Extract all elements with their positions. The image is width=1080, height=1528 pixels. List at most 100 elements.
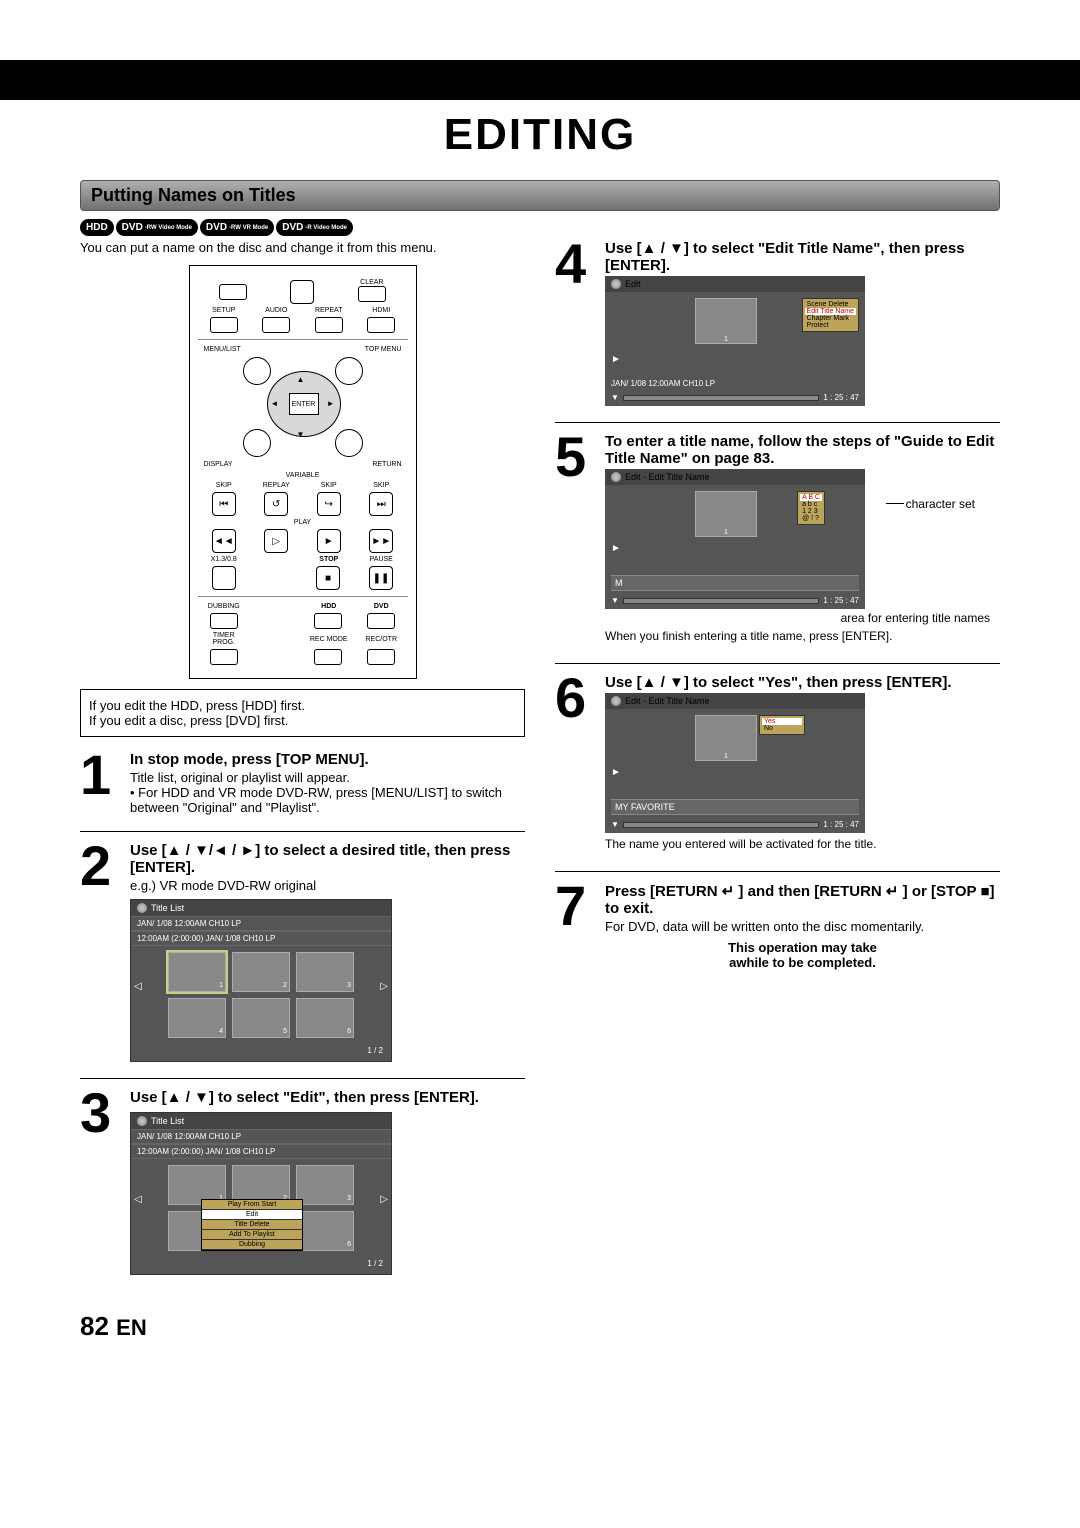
step-5-osd: Edit - Edit Title Name 1 A B C a b c 1 2…: [605, 469, 865, 609]
step-3-title: Use [▲ / ▼] to select "Edit", then press…: [130, 1089, 525, 1106]
disc-icon: [611, 279, 621, 289]
dpad-left-icon: [271, 399, 279, 408]
remote-skip-back-btn: ⏮: [212, 492, 236, 516]
step-5-progress: 1 : 25 : 47: [611, 596, 859, 605]
step-6-number: 6: [555, 674, 595, 855]
step-6-thumb: 1: [695, 715, 757, 761]
remote-timer-btn: [210, 649, 238, 665]
menu-play-from-start: Play From Start: [202, 1200, 302, 1210]
confirm-yes: Yes: [762, 718, 802, 725]
remote-menulist-btn: [243, 357, 271, 385]
remote-play-label: PLAY: [198, 519, 408, 526]
remote-stop-label: STOP: [309, 556, 349, 563]
remote-audio-label: AUDIO: [256, 307, 296, 314]
remote-recmode-btn: [314, 649, 342, 665]
thumb-3: 3: [296, 1165, 354, 1205]
progress-marker-icon: [611, 393, 619, 402]
remote-pause-btn: ❚❚: [369, 566, 393, 590]
charset-symbols: @ ! ?: [800, 515, 822, 522]
step-5-thumb: 1: [695, 491, 757, 537]
step-3: 3 Use [▲ / ▼] to select "Edit", then pre…: [80, 1089, 525, 1275]
remote-repeat-btn: [315, 317, 343, 333]
remote-timer-label: TIMER PROG.: [204, 632, 244, 646]
step-7: 7 Press [RETURN ↵ ] and then [RETURN ↵ ]…: [555, 882, 1000, 970]
step-2-sub: e.g.) VR mode DVD-RW original: [130, 878, 525, 893]
step-6-entry-area: MY FAVORITE: [611, 799, 859, 815]
step-7-title: Press [RETURN ↵ ] and then [RETURN ↵ ] o…: [605, 882, 1000, 917]
step-1-number: 1: [80, 751, 120, 815]
remote-dvd-label: DVD: [361, 603, 401, 610]
step-4-osd: Edit 1 Scene Delete Edit Title Name Chap…: [605, 276, 865, 406]
remote-dubbing-btn: [210, 613, 238, 629]
menu-edit-title-name: Edit Title Name: [805, 308, 856, 315]
dpad-up-icon: [297, 375, 305, 384]
step-6: 6 Use [▲ / ▼] to select "Yes", then pres…: [555, 674, 1000, 855]
thumb-4: 4: [168, 998, 226, 1038]
intro-text: You can put a name on the disc and chang…: [80, 240, 525, 255]
thumb-1: 1: [168, 952, 226, 992]
remote-enter-btn: ENTER: [289, 393, 319, 415]
menu-dubbing: Dubbing: [202, 1240, 302, 1250]
step-1: 1 In stop mode, press [TOP MENU]. Title …: [80, 751, 525, 815]
step-4-status: JAN/ 1/08 12:00AM CH10 LP: [611, 379, 715, 388]
menu-edit: Edit: [202, 1210, 302, 1220]
step-4-number: 4: [555, 240, 595, 406]
step-3-context-menu: Play From Start Edit Title Delete Add To…: [201, 1199, 303, 1251]
remote-blank-1: [219, 284, 247, 300]
disc-icon: [137, 903, 147, 913]
annot-entry-area: area for entering title names: [605, 611, 990, 625]
step-6-confirm-menu: Yes No: [759, 715, 805, 735]
remote-display-label: DISPLAY: [204, 461, 233, 468]
main-title: EDITING: [80, 110, 1000, 160]
step-6-time: 1 : 25 : 47: [823, 820, 859, 829]
menu-scene-delete: Scene Delete: [805, 301, 856, 308]
step-2-osd: Title List JAN/ 1/08 12:00AM CH10 LP 12:…: [130, 899, 392, 1062]
remote-x13-label: X1.3/0.8: [204, 556, 244, 563]
remote-variable-label: VARIABLE: [198, 472, 408, 479]
remote-hdmi-label: HDMI: [361, 307, 401, 314]
thumb-6: 6: [296, 1211, 354, 1251]
remote-hdmi-btn: [367, 317, 395, 333]
step-4-progress: 1 : 25 : 47: [611, 393, 859, 402]
disc-icon: [611, 472, 621, 482]
disc-icon: [137, 1116, 147, 1126]
step-4-edit-menu: Scene Delete Edit Title Name Chapter Mar…: [802, 298, 859, 332]
play-icon: [611, 767, 621, 778]
thumb-3: 3: [296, 952, 354, 992]
step-5: 5 To enter a title name, follow the step…: [555, 433, 1000, 647]
annot-charset: character set: [906, 497, 975, 511]
remote-open-btn: [290, 280, 314, 304]
remote-topmenu-btn: [335, 357, 363, 385]
remote-replay-btn: ↺: [264, 492, 288, 516]
remote-pause-label: PAUSE: [361, 556, 401, 563]
remote-dubbing-label: DUBBING: [204, 603, 244, 610]
remote-skip-label-r: SKIP: [361, 482, 401, 489]
nav-left-icon: ◁: [134, 981, 142, 992]
badge-dvd-rw-vr: DVD -RW VR Mode: [200, 219, 274, 236]
remote-ff-btn: ►►: [369, 529, 393, 553]
step-1-title: In stop mode, press [TOP MENU].: [130, 751, 525, 768]
step-1-body1: Title list, original or playlist will ap…: [130, 770, 525, 785]
menu-title-delete: Title Delete: [202, 1220, 302, 1230]
step-5-entry-area: M: [611, 575, 859, 591]
remote-play-btn: ►: [317, 529, 341, 553]
charset-lower: a b c: [800, 501, 822, 508]
step-2-pagecount: 1 / 2: [131, 1044, 391, 1057]
step-3-pagecount: 1 / 2: [131, 1257, 391, 1270]
remote-repeat-label: REPEAT: [309, 307, 349, 314]
progress-marker-icon: [611, 596, 619, 605]
play-icon: [611, 543, 621, 554]
remote-hdd-label: HDD: [309, 603, 349, 610]
menu-add-to-playlist: Add To Playlist: [202, 1230, 302, 1240]
badge-hdd: HDD: [80, 219, 114, 236]
charset-numbers: 1 2 3: [800, 508, 822, 515]
thumb-2: 2: [232, 952, 290, 992]
step-2-title: Use [▲ / ▼/◄ / ►] to select a desired ti…: [130, 842, 525, 876]
step-7-body: For DVD, data will be written onto the d…: [605, 919, 1000, 934]
remote-display-btn: [243, 429, 271, 457]
remote-hdd-btn: [314, 613, 342, 629]
dpad-down-icon: [297, 430, 305, 439]
note-box: If you edit the HDD, press [HDD] first. …: [80, 689, 525, 737]
note-line-1: If you edit the HDD, press [HDD] first.: [89, 698, 516, 713]
page-number: 82 EN: [80, 1311, 1000, 1342]
